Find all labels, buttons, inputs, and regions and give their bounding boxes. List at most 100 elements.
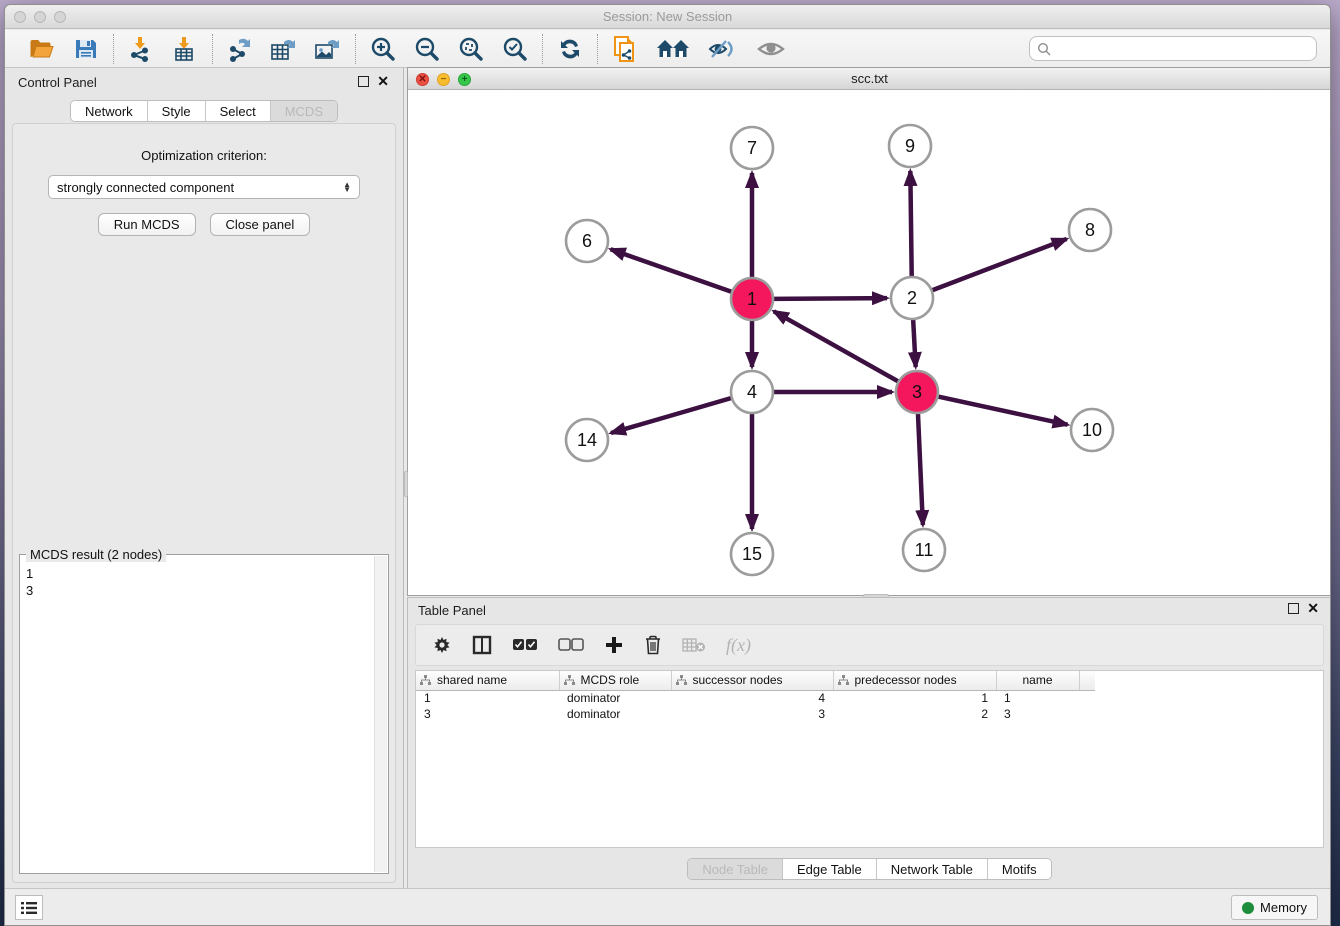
search-icon <box>1037 42 1051 56</box>
open-file-icon[interactable] <box>28 35 56 63</box>
zoom-fit-icon[interactable] <box>457 35 485 63</box>
titlebar: Session: New Session <box>5 5 1330 29</box>
node-table[interactable]: shared nameMCDS rolesuccessor nodesprede… <box>415 670 1324 848</box>
save-session-icon[interactable] <box>72 35 100 63</box>
cell-successor_nodes[interactable]: 4 <box>671 690 833 706</box>
close-panel-button[interactable]: Close panel <box>210 213 311 236</box>
edge-3-10[interactable] <box>938 396 1068 424</box>
cell-predecessor_nodes[interactable]: 1 <box>833 690 996 706</box>
edge-2-9[interactable] <box>910 171 911 277</box>
float-table-panel-icon[interactable] <box>1288 603 1299 614</box>
cell-shared_name[interactable]: 1 <box>416 690 559 706</box>
first-neighbors-icon[interactable] <box>556 35 584 63</box>
mcds-result-box: MCDS result (2 nodes) 1 3 <box>19 554 389 874</box>
zoom-in-icon[interactable] <box>369 35 397 63</box>
float-panel-icon[interactable] <box>358 76 369 87</box>
search-input[interactable] <box>1051 41 1316 56</box>
mcds-tab-content: Optimization criterion: strongly connect… <box>12 123 396 883</box>
table-row[interactable]: 3dominator323 <box>416 706 1095 722</box>
tab-network[interactable]: Network <box>71 101 148 121</box>
network-title: scc.txt <box>408 71 1331 86</box>
tab-select[interactable]: Select <box>206 101 271 121</box>
export-network-icon[interactable] <box>226 35 254 63</box>
deselect-all-icon[interactable] <box>558 638 584 652</box>
cell-filler <box>1079 706 1095 722</box>
import-network-icon[interactable] <box>127 35 155 63</box>
memory-status-icon <box>1242 902 1254 914</box>
result-scrollbar[interactable] <box>374 556 387 872</box>
cell-mcds_role[interactable]: dominator <box>559 706 671 722</box>
node-label-10: 10 <box>1082 420 1102 440</box>
cell-mcds_role[interactable]: dominator <box>559 690 671 706</box>
hide-panel-icon[interactable] <box>707 35 739 63</box>
column-header-name[interactable]: name <box>996 671 1079 690</box>
edge-3-11[interactable] <box>918 413 923 525</box>
main-toolbar <box>5 30 1330 68</box>
node-label-14: 14 <box>577 430 597 450</box>
cell-name[interactable]: 3 <box>996 706 1079 722</box>
cell-successor_nodes[interactable]: 3 <box>671 706 833 722</box>
tab-mcds[interactable]: MCDS <box>271 101 337 121</box>
zoom-out-icon[interactable] <box>413 35 441 63</box>
tab-network-table[interactable]: Network Table <box>877 859 988 879</box>
home-icon[interactable] <box>655 35 691 63</box>
edge-1-2[interactable] <box>773 298 887 299</box>
close-table-panel-icon[interactable]: ✕ <box>1307 603 1319 614</box>
column-header-successor-nodes[interactable]: successor nodes <box>671 671 833 690</box>
task-history-button[interactable] <box>15 895 43 920</box>
tab-node-table[interactable]: Node Table <box>688 859 783 879</box>
function-builder-icon[interactable]: f(x) <box>726 635 751 656</box>
node-label-8: 8 <box>1085 220 1095 240</box>
table-panel-tabs: Node TableEdge TableNetwork TableMotifs <box>687 858 1051 880</box>
optimization-criterion-select[interactable]: strongly connected component ▲▼ <box>48 175 360 199</box>
mcds-result-title: MCDS result (2 nodes) <box>26 547 166 562</box>
node-label-9: 9 <box>905 136 915 156</box>
memory-button[interactable]: Memory <box>1231 895 1318 920</box>
attribute-tree-icon <box>420 675 431 686</box>
column-header-predecessor-nodes[interactable]: predecessor nodes <box>833 671 996 690</box>
tab-motifs[interactable]: Motifs <box>988 859 1051 879</box>
node-label-3: 3 <box>912 382 922 402</box>
edge-1-6[interactable] <box>611 249 733 292</box>
tab-style[interactable]: Style <box>148 101 206 121</box>
edge-2-8[interactable] <box>932 239 1067 291</box>
vertical-splitter-handle[interactable] <box>404 471 408 497</box>
add-column-icon[interactable] <box>604 635 624 655</box>
select-all-icon[interactable] <box>512 638 538 652</box>
tab-edge-table[interactable]: Edge Table <box>783 859 877 879</box>
network-canvas[interactable]: 7968124314101511 <box>408 90 1331 595</box>
table-settings-icon[interactable] <box>432 635 452 655</box>
run-mcds-button[interactable]: Run MCDS <box>98 213 196 236</box>
clone-network-icon[interactable] <box>611 35 639 63</box>
node-label-1: 1 <box>747 289 757 309</box>
edge-3-1[interactable] <box>774 311 899 381</box>
control-panel-title: Control Panel <box>18 75 97 90</box>
table-panel: Table Panel ✕ <box>407 597 1331 889</box>
zoom-selected-icon[interactable] <box>501 35 529 63</box>
column-header-MCDS-role[interactable]: MCDS role <box>559 671 671 690</box>
network-view-window: ✕ − + scc.txt 7968124314101511 <box>407 67 1331 596</box>
import-table-icon[interactable] <box>171 35 199 63</box>
cell-name[interactable]: 1 <box>996 690 1079 706</box>
node-label-4: 4 <box>747 382 757 402</box>
close-panel-icon[interactable]: ✕ <box>377 76 389 87</box>
application-window: Session: New Session <box>4 4 1331 926</box>
export-table-icon[interactable] <box>270 35 298 63</box>
delete-table-icon[interactable] <box>682 637 706 653</box>
network-window-titlebar[interactable]: ✕ − + scc.txt <box>408 68 1331 90</box>
delete-column-icon[interactable] <box>644 635 662 655</box>
edge-4-14[interactable] <box>611 398 732 433</box>
edge-2-3[interactable] <box>913 319 916 367</box>
table-row[interactable]: 1dominator411 <box>416 690 1095 706</box>
cell-shared_name[interactable]: 3 <box>416 706 559 722</box>
node-label-2: 2 <box>907 288 917 308</box>
node-label-11: 11 <box>915 540 934 560</box>
cell-predecessor_nodes[interactable]: 2 <box>833 706 996 722</box>
column-header-shared-name[interactable]: shared name <box>416 671 559 690</box>
mcds-result-text[interactable]: 1 3 <box>26 565 374 871</box>
show-panel-icon[interactable] <box>755 35 787 63</box>
search-box[interactable] <box>1029 36 1317 61</box>
export-image-icon[interactable] <box>314 35 342 63</box>
column-header-filler <box>1079 671 1095 690</box>
column-layout-icon[interactable] <box>472 635 492 655</box>
